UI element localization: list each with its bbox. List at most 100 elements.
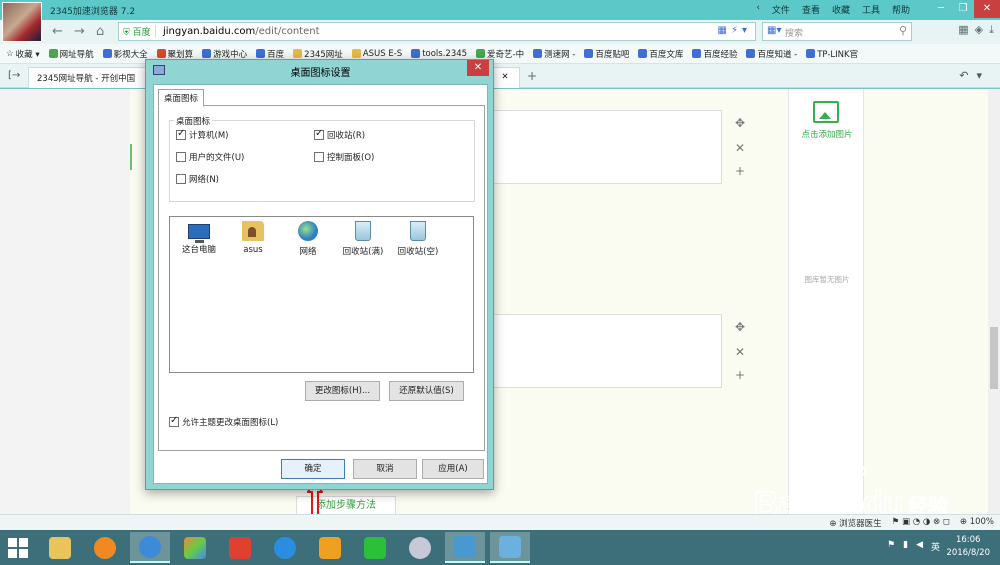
checkbox-recycle-bin-box[interactable] [314, 128, 324, 140]
desktop-icon-list[interactable]: 这台电脑 asus 网络 回收站(满) 回收站(空) [169, 216, 474, 373]
search-engine-icon[interactable]: ▦▾ [767, 25, 781, 36]
address-bar[interactable]: ⛨ 百度 jingyan.baidu.com/edit/content ▦⚡▾ [118, 22, 756, 41]
extension-icon[interactable]: ◈ [975, 23, 983, 37]
step-text-box[interactable] [488, 110, 722, 184]
apply-button[interactable]: 应用(A) [422, 459, 484, 479]
taskbar-control-panel[interactable] [445, 532, 485, 563]
page-scrollbar[interactable] [988, 89, 1000, 514]
taskbar-media-app[interactable] [310, 532, 350, 563]
statusbar-icons[interactable]: ⚑ ▣ ◔ ◑ ⊗ ◻ [892, 517, 950, 529]
checkbox-control-panel[interactable]: 控制面板(O) [314, 151, 374, 163]
tab-tools[interactable]: ↶▾ [959, 69, 990, 82]
tray-volume-icon[interactable]: ◀ [916, 540, 923, 553]
taskbar-tool-app[interactable] [400, 532, 440, 563]
bookmark-item[interactable]: 爱奇艺-中 [476, 48, 524, 60]
bookmark-item[interactable]: 2345网址 [293, 48, 343, 60]
checkbox-network-box[interactable] [176, 174, 186, 184]
computer-icon [188, 224, 210, 243]
taskbar-browser-2345[interactable] [130, 532, 170, 563]
back-icon[interactable]: ← [52, 24, 63, 39]
taskbar-power-app[interactable] [220, 532, 260, 563]
dialog-close-button[interactable]: ✕ [467, 60, 489, 76]
icon-user-folder[interactable]: asus [226, 221, 280, 255]
menu-file[interactable]: 文件 [772, 3, 790, 16]
checkbox-allow-theme-box[interactable] [169, 415, 179, 427]
download-icon[interactable]: ⤓ [989, 23, 994, 37]
bookmark-favorites[interactable]: ☆ 收藏 ▾ [6, 48, 40, 60]
menu-tools[interactable]: 工具 [862, 3, 880, 16]
home-icon[interactable]: ⌂ [96, 24, 104, 39]
bookmark-item[interactable]: ASUS E-S [351, 49, 402, 59]
menu-help[interactable]: 帮助 [892, 3, 910, 16]
search-box[interactable]: ▦▾ 搜索 ⚲ [762, 22, 912, 41]
icon-this-pc[interactable]: 这台电脑 [172, 221, 226, 255]
bookmark-item[interactable]: 影视大全 [102, 48, 148, 60]
taskbar-paint[interactable] [175, 532, 215, 563]
checkbox-computer-box[interactable] [176, 128, 186, 140]
add-image-icon[interactable] [813, 101, 839, 123]
bookmark-item[interactable]: 百度经验 [692, 48, 737, 60]
tab-restore-icon[interactable]: [→ [8, 70, 20, 81]
ok-button[interactable]: 确定 [281, 459, 345, 479]
bookmark-item[interactable]: 游戏中心 [202, 48, 247, 60]
icon-network[interactable]: 网络 [281, 221, 335, 257]
scrollbar-thumb[interactable] [990, 327, 998, 389]
tray-ime[interactable]: 英 [931, 540, 940, 553]
checkbox-user-files[interactable]: 用户的文件(U) [176, 151, 244, 163]
url-actions[interactable]: ▦⚡▾ [718, 25, 752, 36]
forward-icon[interactable]: → [74, 24, 85, 39]
close-window-button[interactable]: ✕ [974, 0, 1000, 18]
checkbox-computer[interactable]: 计算机(M) [176, 128, 228, 141]
bookmark-item[interactable]: 百度 [256, 48, 284, 60]
move-icon[interactable]: ✥ [735, 320, 745, 334]
change-icon-button[interactable]: 更改图标(H)... [305, 381, 380, 401]
add-icon[interactable]: + [735, 164, 745, 178]
browser-doctor[interactable]: ⊕ 浏览器医生 [829, 517, 881, 529]
search-icon[interactable]: ⚲ [899, 24, 907, 37]
taskbar-file-explorer[interactable] [40, 532, 80, 563]
bookmark-item[interactable]: 聚划算 [156, 48, 193, 60]
taskbar-cloud-app[interactable] [265, 532, 305, 563]
menu-favorites[interactable]: 收藏 [832, 3, 850, 16]
bookmark-item[interactable]: tools.2345 [411, 49, 467, 59]
add-icon[interactable]: + [735, 368, 745, 382]
checkbox-control-panel-box[interactable] [314, 152, 324, 162]
add-image-link[interactable]: 点击添加图片 [789, 128, 865, 140]
step-text-box[interactable] [488, 314, 722, 388]
checkbox-network[interactable]: 网络(N) [176, 173, 219, 185]
checkbox-allow-theme[interactable]: 允许主题更改桌面图标(L) [169, 415, 278, 428]
taskbar-wifi-app[interactable] [85, 532, 125, 563]
delete-icon[interactable]: ✕ [735, 345, 745, 359]
menu-more-icon[interactable]: ‹ [756, 3, 760, 16]
url-text[interactable]: jingyan.baidu.com/edit/content [163, 26, 320, 37]
user-avatar[interactable] [2, 2, 42, 42]
icon-recycle-empty[interactable]: 回收站(空) [391, 221, 445, 257]
zoom-level[interactable]: ⊕ 100% [960, 517, 994, 529]
start-button[interactable] [8, 538, 28, 558]
tab-2345-nav[interactable]: 2345网址导航 - 开创中国 [28, 67, 148, 88]
bookmark-item[interactable]: 百度贴吧 [584, 48, 629, 60]
tab-desktop-icons[interactable]: 桌面图标 [158, 89, 205, 107]
checkbox-recycle-bin[interactable]: 回收站(R) [314, 128, 365, 141]
bookmark-item[interactable]: 百度文库 [638, 48, 683, 60]
tray-flag-icon[interactable]: ⚑ [887, 540, 895, 553]
minimize-button[interactable]: ─ [930, 0, 952, 18]
cancel-button[interactable]: 取消 [353, 459, 417, 479]
bookmark-item[interactable]: TP-LINK官 [806, 48, 858, 60]
apps-icon[interactable]: ▦ [958, 23, 968, 37]
bookmark-item[interactable]: 网址导航 [48, 48, 94, 60]
system-clock[interactable]: 16:06 2016/8/20 [946, 534, 990, 560]
delete-icon[interactable]: ✕ [735, 141, 745, 155]
restore-button[interactable]: ❐ [952, 0, 974, 18]
taskbar-iqiyi[interactable] [355, 532, 395, 563]
taskbar-desktop-settings[interactable] [490, 532, 530, 563]
checkbox-user-files-box[interactable] [176, 152, 186, 162]
move-icon[interactable]: ✥ [735, 116, 745, 130]
bookmark-item[interactable]: 测速网 - [533, 48, 575, 60]
menu-view[interactable]: 查看 [802, 3, 820, 16]
bookmark-item[interactable]: 百度知道 - [746, 48, 797, 60]
tray-battery-icon[interactable]: ▮ [903, 540, 908, 553]
restore-default-button[interactable]: 还原默认值(S) [389, 381, 464, 401]
new-tab-icon[interactable]: + [527, 69, 537, 83]
icon-recycle-full[interactable]: 回收站(满) [336, 221, 390, 257]
